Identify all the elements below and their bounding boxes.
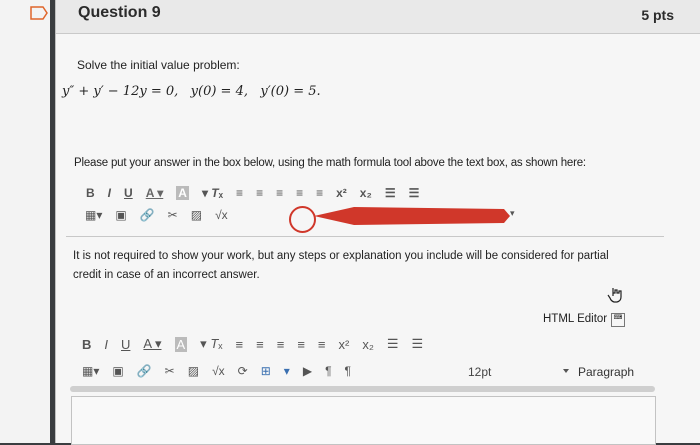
flag-icon[interactable]	[30, 6, 48, 20]
question-points: 5 pts	[641, 7, 674, 23]
record-button[interactable]: ▶	[303, 364, 312, 378]
left-margin	[0, 0, 50, 443]
superscript-button[interactable]: x²	[339, 337, 350, 352]
font-color-icon: A ▾	[145, 186, 164, 200]
ivp-equation: y″ + y′ − 12y = 0, y(0) = 4, y′(0) = 5.	[62, 84, 321, 99]
editor-scrollbar[interactable]	[70, 386, 655, 392]
prompt-intro: Solve the initial value problem:	[77, 58, 240, 72]
numbered-list-icon: ☰	[408, 186, 420, 200]
note-line-1: It is not required to show your work, bu…	[73, 250, 609, 262]
numbered-list-button[interactable]: ☰	[412, 336, 424, 352]
font-size-select[interactable]: 12pt	[468, 365, 491, 379]
unlink-button[interactable]: ✂	[165, 364, 175, 378]
block-format-caret-icon[interactable]	[563, 369, 569, 373]
question-header: Question 9 5 pts	[56, 0, 700, 34]
underline-icon: U	[124, 186, 133, 200]
superscript-icon: x²	[336, 186, 347, 200]
math-formula-icon: √x	[215, 208, 228, 222]
section-divider	[66, 236, 664, 237]
underline-button[interactable]: U	[121, 337, 130, 352]
pointer-arrow	[314, 207, 510, 225]
justify-button[interactable]: ≡	[297, 337, 305, 352]
highlight-circle	[289, 206, 316, 233]
editor-toolbar-row1: B I U A ▾ A ▾ Tₓ ≡ ≡ ≡ ≡ ≡ x² x₂ ☰ ☰	[82, 336, 436, 352]
answer-instruction: Please put your answer in the box below,…	[74, 157, 586, 169]
italic-button[interactable]: I	[104, 337, 108, 352]
apps-button[interactable]: ⊞	[261, 364, 271, 378]
dropdown-arrow-icon[interactable]: ▾	[284, 364, 290, 378]
bold-button[interactable]: B	[82, 337, 91, 352]
link-button[interactable]: 🔗	[137, 364, 152, 378]
subscript-icon: x₂	[359, 186, 372, 200]
question-title: Question 9	[78, 4, 161, 21]
media-button[interactable]: ▣	[112, 364, 123, 378]
ltr-button[interactable]: ¶	[325, 364, 331, 378]
hand-cursor-icon	[607, 288, 622, 303]
example-dropdown-caret: ▾	[510, 208, 515, 218]
highlight-color-icon: A	[176, 186, 189, 200]
align-center-button[interactable]: ≡	[256, 337, 264, 352]
align-left-button[interactable]: ≡	[236, 337, 244, 352]
image-button[interactable]: ▨	[188, 364, 199, 378]
question-card: Question 9 5 pts Solve the initial value…	[55, 0, 700, 445]
subscript-button[interactable]: x₂	[362, 337, 374, 352]
math-formula-button[interactable]: √x	[212, 364, 225, 378]
align-right-button[interactable]: ≡	[277, 337, 285, 352]
font-color-button[interactable]: A ▾	[143, 336, 161, 352]
justify-icon: ≡	[296, 186, 304, 200]
clear-format-button[interactable]: ▾ Tₓ	[200, 336, 222, 352]
keyboard-icon[interactable]: ⌨	[611, 313, 625, 327]
html-editor-link[interactable]: HTML Editor	[543, 313, 607, 325]
block-format-select[interactable]: Paragraph	[578, 365, 634, 379]
highlight-color-button[interactable]: A	[174, 336, 188, 352]
table-button[interactable]: ▦▾	[82, 364, 99, 378]
clear-format-icon: ▾ Tₓ	[201, 186, 224, 200]
link-icon: 🔗	[139, 208, 155, 222]
editor-toolbar-row2: ▦▾ ▣ 🔗 ✂ ▨ √x ⟳ ⊞ ▾ ▶ ¶ ¶	[82, 364, 364, 378]
note-line-2: credit in case of an incorrect answer.	[73, 269, 260, 281]
bullet-list-icon: ☰	[384, 186, 396, 200]
bold-icon: B	[86, 186, 95, 200]
table-icon: ▦▾	[85, 208, 103, 222]
unlink-icon: ✂	[167, 208, 178, 222]
example-toolbar-row2: ▦▾ ▣ 🔗 ✂ ▨ √x	[85, 208, 241, 222]
media-icon: ▣	[115, 208, 127, 222]
image-icon: ▨	[190, 208, 203, 222]
indent-button[interactable]: ≡	[318, 337, 326, 352]
italic-icon: I	[107, 186, 112, 200]
rtl-button[interactable]: ¶	[345, 364, 351, 378]
embed-button[interactable]: ⟳	[238, 364, 248, 378]
bullet-list-button[interactable]: ☰	[387, 336, 399, 352]
indent-icon: ≡	[316, 186, 324, 200]
align-left-icon: ≡	[236, 186, 244, 200]
align-center-icon: ≡	[256, 186, 264, 200]
answer-editor[interactable]	[71, 396, 656, 445]
example-toolbar-row1: B I U A ▾ A ▾ Tₓ ≡ ≡ ≡ ≡ ≡ x² x₂ ☰ ☰	[86, 186, 432, 200]
partial-credit-note: It is not required to show your work, bu…	[73, 247, 663, 285]
align-right-icon: ≡	[276, 186, 284, 200]
